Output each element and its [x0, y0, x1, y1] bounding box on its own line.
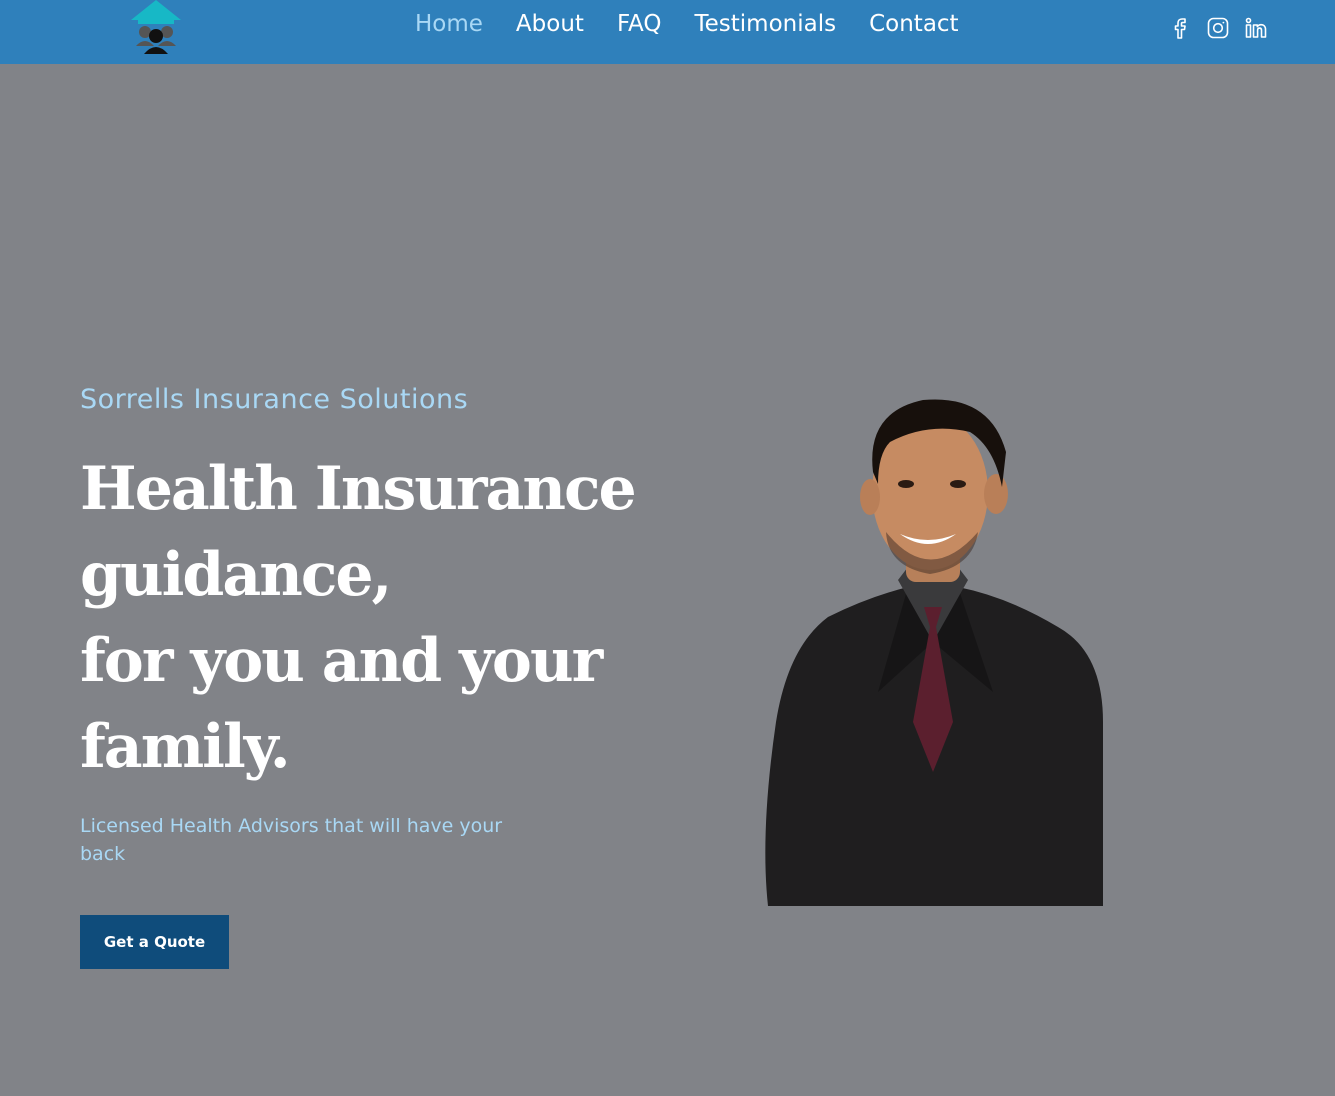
nav-testimonials[interactable]: Testimonials: [695, 9, 837, 39]
headline-line: guidance,: [80, 540, 392, 610]
logo-icon[interactable]: [131, 0, 181, 54]
social-links: [1168, 16, 1268, 40]
get-a-quote-button[interactable]: Get a Quote: [80, 915, 229, 969]
brand-name: Sorrells Insurance Solutions: [80, 384, 469, 415]
nav-about[interactable]: About: [516, 9, 584, 39]
headline-line: for you and your: [80, 626, 603, 696]
nav-home[interactable]: Home: [415, 9, 483, 39]
facebook-icon[interactable]: [1168, 16, 1192, 40]
navbar: Home About FAQ Testimonials Contact: [0, 0, 1335, 64]
main-nav: Home About FAQ Testimonials Contact: [415, 9, 992, 39]
headline-line: Health Insurance: [80, 454, 637, 524]
hero-subtext: Licensed Health Advisors that will have …: [80, 815, 503, 865]
nav-contact[interactable]: Contact: [869, 9, 958, 39]
instagram-icon[interactable]: [1206, 16, 1230, 40]
advisor-portrait: [765, 399, 1103, 906]
headline-line: family.: [80, 712, 291, 782]
linkedin-icon[interactable]: [1244, 16, 1268, 40]
nav-faq[interactable]: FAQ: [617, 9, 662, 39]
hero-headline: Health Insurance guidance, for you and y…: [80, 446, 640, 790]
